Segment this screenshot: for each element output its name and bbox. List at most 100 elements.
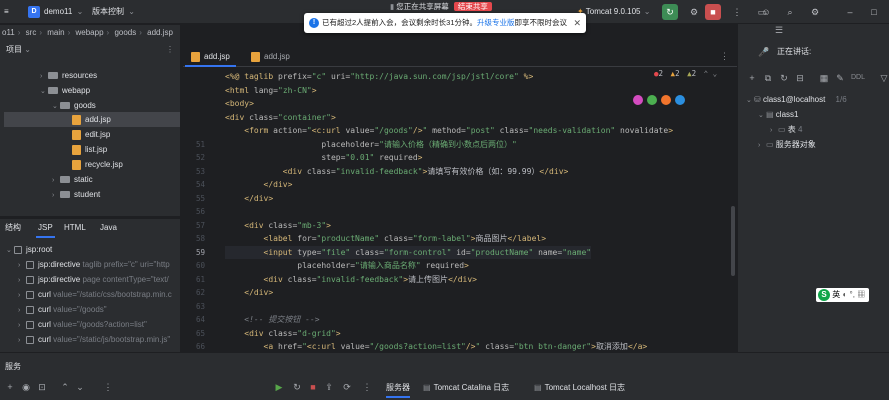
project-switcher[interactable]: Ddemo11 ⌄: [28, 4, 83, 20]
breadcrumb-item[interactable]: add.jsp: [147, 28, 173, 37]
more-options-icon[interactable]: ⋮: [362, 382, 372, 392]
ime-toolbar[interactable]: S 英 ◐ °, ▦: [816, 288, 870, 302]
editor-scrollbar[interactable]: [731, 206, 735, 276]
gear-icon[interactable]: ⚙: [807, 4, 823, 20]
tree-item-list-jsp[interactable]: list.jsp: [0, 142, 176, 157]
db-tree-schema[interactable]: ⌄ ▤ class1: [758, 107, 798, 122]
table-icon[interactable]: ▦: [818, 72, 830, 84]
deploy-icon[interactable]: ⇪: [324, 382, 334, 392]
breadcrumb: o11 › src › main › webapp › goods › add.jsp: [0, 25, 180, 41]
breadcrumb-item[interactable]: goods: [114, 28, 136, 37]
stop-icon[interactable]: ■: [308, 382, 318, 392]
collapse-icon[interactable]: ⌄: [75, 382, 85, 392]
line-number: 51: [195, 139, 205, 149]
tab-java[interactable]: Java: [100, 219, 117, 237]
structure-row[interactable]: › curl value="/goods": [0, 303, 180, 318]
tree-item-goods[interactable]: ⌄ goods: [0, 98, 176, 113]
editor-tab-add-jsp-2[interactable]: add.jsp: [245, 47, 296, 67]
tree-item-edit-jsp[interactable]: edit.jsp: [0, 127, 176, 142]
breadcrumb-item[interactable]: webapp: [76, 28, 104, 37]
structure-row[interactable]: › jsp:directive taglib prefix="c" uri="ht…: [0, 258, 180, 273]
minimize-icon[interactable]: –: [842, 4, 858, 20]
project-panel-header[interactable]: 项目 ⌄ ⋮: [0, 41, 180, 59]
chevron-down-icon[interactable]: ⌄: [713, 69, 718, 78]
tab-html[interactable]: HTML: [64, 219, 86, 237]
structure-row[interactable]: ⌄ jsp:root: [0, 243, 180, 258]
tree-item-webapp[interactable]: ⌄ webapp: [0, 83, 176, 98]
tab-structure[interactable]: 结构: [5, 219, 21, 237]
expand-icon[interactable]: ⌃: [60, 382, 70, 392]
ddl-button[interactable]: DDL: [851, 74, 865, 81]
copy-icon[interactable]: ⧉: [762, 72, 774, 84]
notification-icon[interactable]: ▭: [756, 6, 768, 18]
chevron-up-icon[interactable]: ⌃: [704, 69, 709, 78]
firefox-icon[interactable]: [661, 95, 671, 105]
db-tree-connection[interactable]: ⌄ ⛁ class1@localhost 1/6: [746, 92, 847, 107]
tree-item-add-jsp[interactable]: add.jsp: [4, 112, 180, 127]
refresh-icon[interactable]: ↻: [778, 72, 790, 84]
group-icon[interactable]: ⊡: [37, 382, 47, 392]
folder-icon: [60, 102, 70, 110]
editor-tab-add-jsp[interactable]: add.jsp: [185, 47, 236, 67]
tree-item-resources[interactable]: › resources: [0, 68, 176, 83]
add-icon[interactable]: +: [746, 72, 758, 84]
search-icon[interactable]: ⌕: [782, 4, 798, 20]
structure-row[interactable]: › curl value="/static/css/bootstrap.min.c: [0, 288, 180, 303]
edit-icon[interactable]: ✎: [834, 72, 846, 84]
structure-node-value: value="/static/css/bootstrap.min.c: [53, 290, 172, 299]
db-tree-server-objects[interactable]: › ▭ 服务器对象: [758, 137, 816, 152]
inspection-widget[interactable]: ●2 ▲2 ▲2 ⌃ ⌄: [654, 69, 717, 78]
run-config-selector[interactable]: ✦ Tomcat 9.0.105 ⌄: [577, 4, 650, 20]
breadcrumb-item[interactable]: src: [26, 28, 37, 37]
tab-servers[interactable]: 服务器: [386, 381, 410, 398]
code-line: <%@ taglib prefix="c" uri="http://java.s…: [225, 70, 533, 84]
tree-item-static[interactable]: › static: [0, 172, 176, 187]
moon-icon: ◐: [842, 290, 848, 299]
add-icon[interactable]: +: [5, 382, 15, 392]
browser-icon[interactable]: [633, 95, 643, 105]
chevron-right-icon: ›: [18, 337, 21, 344]
filter-icon[interactable]: ▽: [878, 72, 889, 84]
tree-item-student[interactable]: › student: [0, 187, 176, 202]
db-tree-tables[interactable]: › ▭ 表 4: [770, 122, 802, 137]
more-options-icon[interactable]: ⋮: [103, 382, 113, 392]
code-line: <form action="<c:url value="/goods"/>" m…: [225, 124, 673, 138]
structure-row[interactable]: › curl value="/static/js/bootstrap.min.js…: [0, 333, 180, 348]
maximize-icon[interactable]: □: [866, 4, 882, 20]
view-icon[interactable]: ◉: [21, 382, 31, 392]
code-editor[interactable]: ●2 ▲2 ▲2 ⌃ ⌄ <%@ taglib prefix="c" uri="…: [223, 67, 737, 352]
stop-share-button[interactable]: 结束共享: [453, 2, 492, 11]
more-options-icon[interactable]: ⋮: [166, 41, 174, 59]
edge-icon[interactable]: [675, 95, 685, 105]
db-tree-extra: 4: [798, 125, 803, 134]
upgrade-link[interactable]: 升级专业版: [477, 18, 515, 27]
breadcrumb-item[interactable]: o11: [2, 28, 15, 37]
debug-button[interactable]: ⚙: [686, 4, 702, 20]
stop-icon[interactable]: ⊟: [794, 72, 806, 84]
chrome-icon[interactable]: [647, 95, 657, 105]
tree-item-recycle-jsp[interactable]: recycle.jsp: [0, 157, 176, 172]
structure-row[interactable]: › jsp:directive page contentType="text/: [0, 273, 180, 288]
breadcrumb-item[interactable]: main: [47, 28, 64, 37]
structure-row[interactable]: › curl value="/goods?action=list": [0, 318, 180, 333]
close-icon[interactable]: ✕: [573, 13, 581, 33]
code-token: "productName": [316, 234, 384, 243]
code-token: required: [379, 153, 418, 162]
tab-localhost-log[interactable]: ▤ Tomcat Localhost 日志: [534, 381, 625, 395]
rerun-icon[interactable]: ↻: [292, 382, 302, 392]
more-options-icon[interactable]: ⋮: [720, 51, 729, 62]
code-line: </div>: [225, 286, 273, 300]
more-options-icon[interactable]: ⋮: [729, 4, 745, 20]
tab-catalina-log[interactable]: ▤ Tomcat Catalina 日志: [423, 381, 509, 395]
stop-button[interactable]: ■: [705, 4, 721, 20]
tab-jsp[interactable]: JSP: [36, 219, 55, 238]
database-icon[interactable]: ☰: [773, 24, 785, 36]
rerun-button[interactable]: ↻: [662, 4, 678, 20]
refresh-icon[interactable]: ⟳: [342, 382, 352, 392]
vcs-menu[interactable]: 版本控制 ⌄: [92, 4, 135, 20]
browser-preview-icons: [633, 95, 689, 109]
main-menu-icon[interactable]: ≡: [4, 4, 9, 20]
run-icon[interactable]: ▶: [274, 382, 284, 392]
